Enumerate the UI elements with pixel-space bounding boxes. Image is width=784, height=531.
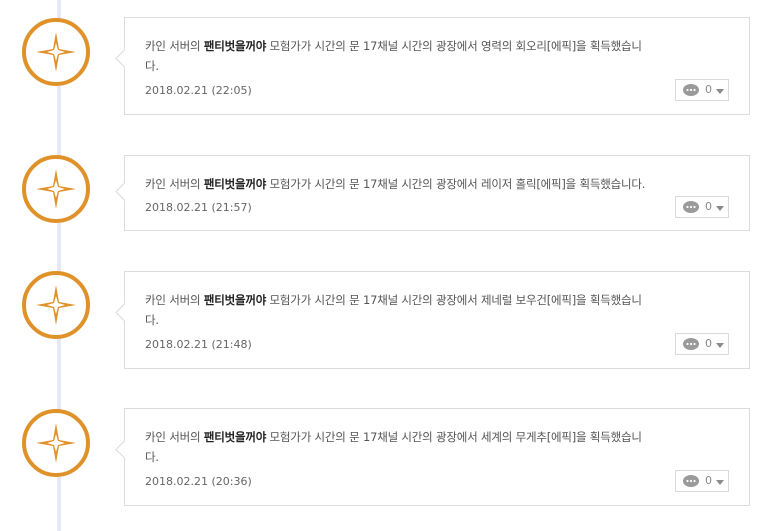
comment-button[interactable]: 0 xyxy=(675,333,729,355)
comment-bubble-icon xyxy=(683,338,699,350)
comment-count: 0 xyxy=(705,474,712,487)
loot-message: 카인 서버의 팬티벗을꺼야 모험가가 시간의 문 17채널 시간의 광장에서 레… xyxy=(145,177,646,191)
loot-card: 카인 서버의 팬티벗을꺼야 모험가가 시간의 문 17채널 시간의 광장에서 세… xyxy=(115,408,750,506)
chevron-down-icon xyxy=(716,343,724,348)
card-pointer xyxy=(115,49,134,68)
loot-card: 카인 서버의 팬티벗을꺼야 모험가가 시간의 문 17채널 시간의 광장에서 레… xyxy=(115,155,750,231)
character-name[interactable]: 팬티벗을꺼야 xyxy=(204,39,266,53)
loot-card: 카인 서버의 팬티벗을꺼야 모험가가 시간의 문 17채널 시간의 광장에서 영… xyxy=(115,17,750,115)
compass-star-icon xyxy=(36,423,76,463)
comment-bubble-icon xyxy=(683,475,699,487)
loot-message: 카인 서버의 팬티벗을꺼야 모험가가 시간의 문 17채널 시간의 광장에서 세… xyxy=(145,430,642,464)
comment-button[interactable]: 0 xyxy=(675,79,729,101)
chevron-down-icon xyxy=(716,89,724,94)
epic-badge xyxy=(22,18,90,86)
loot-card: 카인 서버의 팬티벗을꺼야 모험가가 시간의 문 17채널 시간의 광장에서 제… xyxy=(115,271,750,369)
comment-count: 0 xyxy=(705,337,712,350)
epic-badge xyxy=(22,409,90,477)
compass-star-icon xyxy=(36,285,76,325)
loot-timestamp: 2018.02.21 (21:57) xyxy=(145,201,252,214)
loot-timestamp: 2018.02.21 (20:36) xyxy=(145,475,252,488)
card-pointer xyxy=(115,303,134,322)
character-name[interactable]: 팬티벗을꺼야 xyxy=(204,430,266,444)
comment-bubble-icon xyxy=(683,84,699,96)
character-name[interactable]: 팬티벗을꺼야 xyxy=(204,293,266,307)
card-pointer xyxy=(115,440,134,459)
loot-timestamp: 2018.02.21 (21:48) xyxy=(145,338,252,351)
comment-button[interactable]: 0 xyxy=(675,196,729,218)
card-pointer xyxy=(115,182,134,201)
epic-badge xyxy=(22,155,90,223)
epic-badge xyxy=(22,271,90,339)
loot-timestamp: 2018.02.21 (22:05) xyxy=(145,84,252,97)
timeline: 카인 서버의 팬티벗을꺼야 모험가가 시간의 문 17채널 시간의 광장에서 영… xyxy=(0,0,784,531)
comment-button[interactable]: 0 xyxy=(675,470,729,492)
comment-count: 0 xyxy=(705,83,712,96)
character-name[interactable]: 팬티벗을꺼야 xyxy=(204,177,266,191)
comment-bubble-icon xyxy=(683,201,699,213)
comment-count: 0 xyxy=(705,200,712,213)
chevron-down-icon xyxy=(716,206,724,211)
loot-message: 카인 서버의 팬티벗을꺼야 모험가가 시간의 문 17채널 시간의 광장에서 영… xyxy=(145,39,642,73)
compass-star-icon xyxy=(36,169,76,209)
chevron-down-icon xyxy=(716,480,724,485)
compass-star-icon xyxy=(36,32,76,72)
loot-message: 카인 서버의 팬티벗을꺼야 모험가가 시간의 문 17채널 시간의 광장에서 제… xyxy=(145,293,642,327)
